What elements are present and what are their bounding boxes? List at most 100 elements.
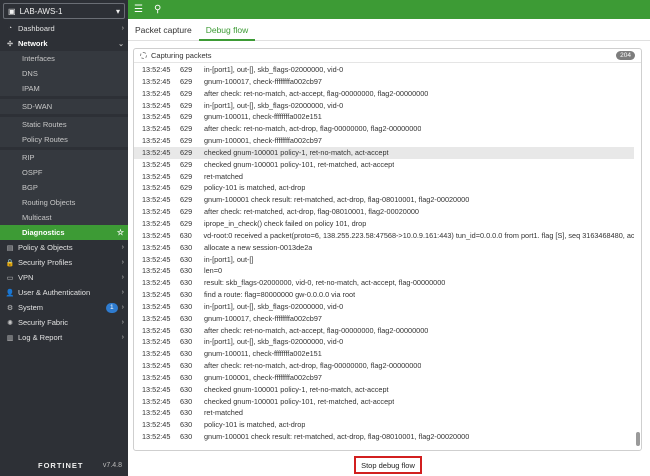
log-id: 630 bbox=[180, 325, 193, 335]
log-time: 13:52:45 bbox=[142, 372, 171, 382]
sidebar-item-diagnostics[interactable]: Diagnostics ☆ bbox=[0, 225, 128, 240]
sidebar: ▣ LAB-AWS-1 ▾ ◔ Dashboard › ✣ Network ⌄ Interf… bbox=[0, 0, 128, 476]
log-row: 13:52:45 630 allocate a new session-0013de… bbox=[134, 242, 634, 254]
log-id: 630 bbox=[180, 337, 193, 347]
tab-packet-capture[interactable]: Packet capture bbox=[128, 19, 199, 41]
log-message: after check: ret-no-match, act-drop, fla… bbox=[204, 361, 422, 371]
sidebar-item-label: VPN bbox=[18, 273, 34, 282]
log-id: 630 bbox=[180, 396, 193, 406]
log-id: 629 bbox=[180, 207, 193, 217]
sidebar-item-network[interactable]: ✣ Network ⌄ bbox=[0, 36, 128, 51]
log-time: 13:52:45 bbox=[142, 76, 171, 86]
sidebar-item-dashboard[interactable]: ◔ Dashboard › bbox=[0, 21, 128, 36]
log-message: len=0 bbox=[204, 266, 223, 276]
log-id: 629 bbox=[180, 124, 193, 134]
gear-icon: ⚙ bbox=[6, 304, 14, 312]
sidebar-item-multicast[interactable]: Multicast bbox=[0, 210, 128, 225]
log-message: checked gnum-100001 policy-101, ret-matc… bbox=[204, 396, 395, 406]
tab-bar: Packet capture Debug flow bbox=[128, 19, 650, 41]
log-time: 13:52:45 bbox=[142, 278, 171, 288]
log-row: 13:52:45 630 gnum-100011, check-ffffffffa0… bbox=[134, 348, 634, 360]
scrollbar-thumb[interactable] bbox=[636, 432, 640, 446]
sidebar-item-rip[interactable]: RIP bbox=[0, 150, 128, 165]
log-message: result: skb_flags-02000000, vid-0, ret-n… bbox=[204, 278, 446, 288]
log-message: after check: ret-no-match, act-accept, f… bbox=[204, 88, 429, 98]
log-id: 630 bbox=[180, 278, 193, 288]
chevron-right-icon: › bbox=[121, 244, 124, 251]
sidebar-item-policy-objects[interactable]: ▤ Policy & Objects › bbox=[0, 240, 128, 255]
log-message: policy-101 is matched, act-drop bbox=[204, 420, 306, 430]
log-id: 630 bbox=[180, 372, 193, 382]
capture-header: Capturing packets 204 bbox=[134, 49, 641, 63]
notification-badge: 1 bbox=[106, 302, 118, 313]
tab-debug-flow[interactable]: Debug flow bbox=[198, 19, 256, 41]
log-row: 13:52:45 629 after check: ret-matched, act… bbox=[134, 206, 634, 218]
log-id: 629 bbox=[180, 159, 193, 169]
sidebar-item-label: Routing Objects bbox=[22, 198, 76, 207]
sidebar-item-static-routes[interactable]: Static Routes bbox=[0, 117, 128, 132]
sidebar-item-system[interactable]: ⚙ System 1 › bbox=[0, 300, 128, 315]
log-id: 630 bbox=[180, 420, 193, 430]
log-id: 630 bbox=[180, 266, 193, 276]
capture-panel: Capturing packets 204 13:52:45 629 in-[por… bbox=[133, 48, 642, 451]
log-id: 629 bbox=[180, 183, 193, 193]
log-time: 13:52:45 bbox=[142, 254, 171, 264]
sidebar-item-routing-objects[interactable]: Routing Objects bbox=[0, 195, 128, 210]
sidebar-item-label: System bbox=[18, 303, 44, 312]
sidebar-item-sd-wan[interactable]: SD-WAN bbox=[0, 99, 128, 114]
sidebar-item-label: Interfaces bbox=[22, 54, 55, 63]
log-row: 13:52:45 629 checked gnum-100001 policy-10… bbox=[134, 159, 634, 171]
search-icon[interactable]: ⚲ bbox=[154, 4, 161, 15]
log-row: 13:52:45 630 result: skb_flags-02000000, v… bbox=[134, 277, 634, 289]
log-id: 629 bbox=[180, 171, 193, 181]
sidebar-item-label: Static Routes bbox=[22, 120, 67, 129]
network-icon: ✣ bbox=[7, 40, 13, 48]
chevron-right-icon: › bbox=[121, 289, 124, 296]
debug-log: 13:52:45 629 in-[port1], out-[], skb_flags… bbox=[134, 64, 634, 450]
log-id: 630 bbox=[180, 254, 193, 264]
sidebar-item-ospf[interactable]: OSPF bbox=[0, 165, 128, 180]
log-time: 13:52:45 bbox=[142, 420, 171, 430]
sidebar-item-bgp[interactable]: BGP bbox=[0, 180, 128, 195]
log-row: 13:52:45 630 gnum-100001 check result: ret… bbox=[134, 431, 634, 443]
sidebar-item-label: Policy & Objects bbox=[18, 243, 73, 252]
nav-menu: ◔ Dashboard › ✣ Network ⌄ Interfaces DNS IPAM SD-… bbox=[0, 21, 128, 345]
log-row: 13:52:45 629 gnum-100011, check-ffffffffa0… bbox=[134, 111, 634, 123]
sidebar-item-label: Multicast bbox=[22, 213, 52, 222]
log-id: 630 bbox=[179, 230, 192, 240]
log-time: 13:52:45 bbox=[142, 159, 171, 169]
log-row: 13:52:45 630 in-[port1], out-[], skb_flags… bbox=[134, 301, 634, 313]
device-selector[interactable]: ▣ LAB-AWS-1 ▾ bbox=[3, 3, 125, 19]
chevron-right-icon: › bbox=[121, 304, 124, 311]
log-row: 13:52:45 630 gnum-100017, check-ffffffffa0… bbox=[134, 313, 634, 325]
log-message: checked gnum-100001 policy-1, ret-no-mat… bbox=[204, 147, 389, 157]
sidebar-item-dns[interactable]: DNS bbox=[0, 66, 128, 81]
log-time: 13:52:45 bbox=[142, 396, 171, 406]
log-message: in-[port1], out-[], skb_flags-02000000, … bbox=[204, 337, 344, 347]
sidebar-item-policy-routes[interactable]: Policy Routes bbox=[0, 132, 128, 147]
log-message: gnum-100011, check-ffffffffa002e151 bbox=[204, 112, 322, 122]
sidebar-item-log-report[interactable]: ▥ Log & Report › bbox=[0, 330, 128, 345]
log-scrollbar[interactable] bbox=[634, 64, 640, 450]
sidebar-item-interfaces[interactable]: Interfaces bbox=[0, 51, 128, 66]
log-message: ret-matched bbox=[204, 171, 243, 181]
sidebar-item-security-fabric[interactable]: ✺ Security Fabric › bbox=[0, 315, 128, 330]
favorite-star-icon[interactable]: ☆ bbox=[117, 228, 124, 237]
log-row: 13:52:45 630 in-[port1], out-[], skb_flags… bbox=[134, 336, 634, 348]
chevron-right-icon: › bbox=[121, 334, 124, 341]
policy-icon: ▤ bbox=[6, 244, 14, 252]
sidebar-item-user-authentication[interactable]: 👤 User & Authentication › bbox=[0, 285, 128, 300]
hamburger-menu-icon[interactable]: ☰ bbox=[134, 4, 143, 15]
sidebar-item-security-profiles[interactable]: 🔒 Security Profiles › bbox=[0, 255, 128, 270]
log-time: 13:52:45 bbox=[142, 136, 171, 146]
log-time: 13:52:45 bbox=[142, 313, 171, 323]
log-row: 13:52:45 629 after check: ret-no-match, ac… bbox=[134, 123, 634, 135]
log-time: 13:52:45 bbox=[142, 207, 171, 217]
fabric-icon: ✺ bbox=[7, 319, 13, 327]
log-time: 13:52:45 bbox=[142, 171, 171, 181]
sidebar-item-ipam[interactable]: IPAM bbox=[0, 81, 128, 96]
log-row: 13:52:45 629 iprope_in_check() check faile… bbox=[134, 218, 634, 230]
sidebar-item-vpn[interactable]: ▭ VPN › bbox=[0, 270, 128, 285]
stop-debug-flow-button[interactable]: Stop debug flow bbox=[354, 456, 422, 474]
sidebar-footer: FORTINET v7.4.8 bbox=[0, 454, 128, 476]
